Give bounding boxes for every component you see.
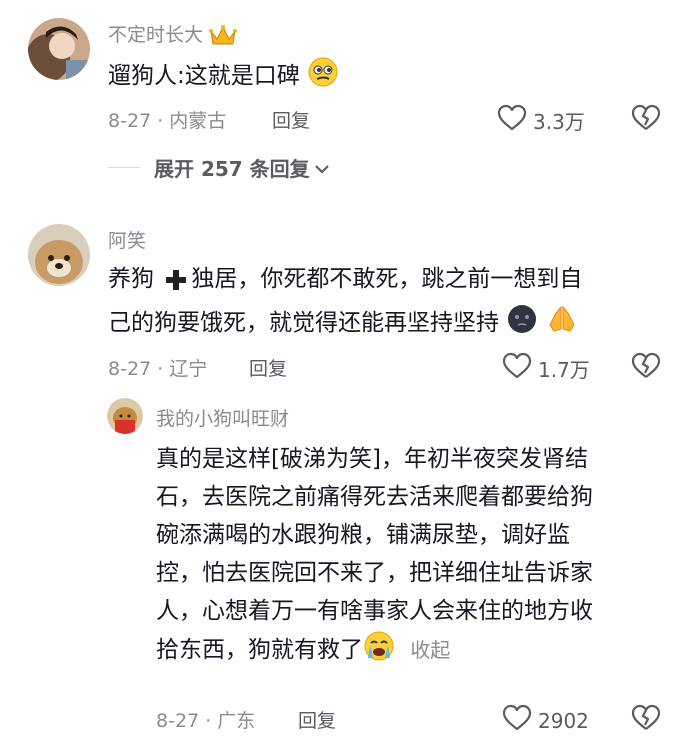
like-button[interactable]: 1.7万 <box>502 352 590 385</box>
reply-text-line: 人，心想着万一有啥事家人会来住的地方收 <box>156 598 593 624</box>
like-count: 1.7万 <box>538 358 590 382</box>
comment-date: 8-27 <box>108 358 152 380</box>
collapse-button[interactable]: 收起 <box>410 638 450 662</box>
comment-text-part: 养狗 <box>108 266 154 292</box>
dark-face-emoji-icon <box>506 303 538 347</box>
reply-button[interactable]: 回复 <box>272 106 310 133</box>
reply-text-line: 真的是这样[破涕为笑]，年初半夜突发肾结 <box>156 446 588 472</box>
comment-text: 养狗 独居，你死都不敢死，跳之前一想到自 己的狗要饿死，就觉得还能再坚持坚持 <box>108 260 668 347</box>
crying-face-emoji-icon <box>363 630 395 674</box>
broken-heart-icon <box>631 352 661 384</box>
avatar[interactable] <box>28 224 90 286</box>
reply-button[interactable]: 回复 <box>249 354 287 381</box>
heart-outline-icon <box>502 704 532 737</box>
reply-comment: 我的小狗叫旺财 真的是这样[破涕为笑]，年初半夜突发肾结 石，去医院之前痛得死去… <box>0 390 690 743</box>
comment-2: 阿笑 养狗 独居，你死都不敢死，跳之前一想到自 己的狗要饿死，就觉得还能再坚持坚… <box>0 200 690 390</box>
smirk-emoji-icon <box>307 56 339 100</box>
comment-text: 遛狗人:这就是口碑 <box>108 56 339 100</box>
chevron-down-icon <box>314 156 330 180</box>
heart-outline-icon <box>502 352 532 385</box>
comment-location: 内蒙古 <box>169 110 227 132</box>
dislike-button[interactable] <box>631 704 661 736</box>
heart-outline-icon <box>497 104 527 137</box>
reply-location: 广东 <box>217 710 256 732</box>
expand-replies-button[interactable]: 展开 257 条回复 <box>108 153 330 182</box>
reply-text-line: 控，怕去医院回不来了，把详细住址告诉家 <box>156 560 593 586</box>
dislike-button[interactable] <box>631 104 661 136</box>
comment-text-line: 己的狗要饿死，就觉得还能再坚持坚持 <box>108 303 668 347</box>
comment-location: 辽宁 <box>169 358 208 380</box>
like-button[interactable]: 3.3万 <box>497 104 585 137</box>
like-button[interactable]: 2902 <box>502 704 589 737</box>
like-count: 3.3万 <box>533 110 585 134</box>
reply-date: 8-27 <box>156 710 200 732</box>
username[interactable]: 我的小狗叫旺财 <box>156 404 289 431</box>
username-text[interactable]: 不定时长大 <box>108 24 203 46</box>
comment-meta: 8-27 · 辽宁 <box>108 354 207 381</box>
expand-replies-label: 展开 257 条回复 <box>154 157 310 181</box>
dislike-button[interactable] <box>631 352 661 384</box>
avatar[interactable] <box>107 398 143 434</box>
praying-hands-icon <box>546 303 578 347</box>
comment-meta: 8-27 · 内蒙古 <box>108 106 226 133</box>
divider-line <box>108 167 140 168</box>
meta-separator: · <box>157 110 164 132</box>
meta-separator: · <box>157 358 164 380</box>
comment-text-part: 己的狗要饿死，就觉得还能再坚持坚持 <box>108 310 499 336</box>
comment-text-part: 独居，你死都不敢死，跳之前一想到自 <box>191 266 583 292</box>
reply-text-line: 碗添满喝的水跟狗粮，铺满尿垫，调好监 <box>156 522 570 548</box>
reply-text-line: 石，去医院之前痛得死去活来爬着都要给狗 <box>156 484 593 510</box>
comment-date: 8-27 <box>108 110 152 132</box>
comment-text-line: 养狗 独居，你死都不敢死，跳之前一想到自 <box>108 260 668 303</box>
reply-text: 真的是这样[破涕为笑]，年初半夜突发肾结 石，去医院之前痛得死去活来爬着都要给狗… <box>156 440 676 674</box>
avatar[interactable] <box>28 18 90 80</box>
username[interactable]: 阿笑 <box>108 226 146 253</box>
reply-meta: 8-27 · 广东 <box>156 706 255 733</box>
username[interactable]: 不定时长大 <box>108 20 238 51</box>
meta-separator: · <box>205 710 212 732</box>
reply-button[interactable]: 回复 <box>298 706 336 733</box>
reply-text-part: 拾东西，狗就有救了 <box>156 637 363 663</box>
reply-text-line: 拾东西，狗就有救了 收起 <box>156 630 676 674</box>
crown-icon <box>209 24 238 51</box>
plus-icon <box>165 265 187 303</box>
broken-heart-icon <box>631 704 661 736</box>
like-count: 2902 <box>538 708 589 733</box>
comment-1: 不定时长大 遛狗人:这就是口碑 8-27 · 内蒙古 回复 3.3万 展开 25… <box>0 0 690 200</box>
comment-text-content: 遛狗人:这就是口碑 <box>108 63 300 89</box>
broken-heart-icon <box>631 104 661 136</box>
